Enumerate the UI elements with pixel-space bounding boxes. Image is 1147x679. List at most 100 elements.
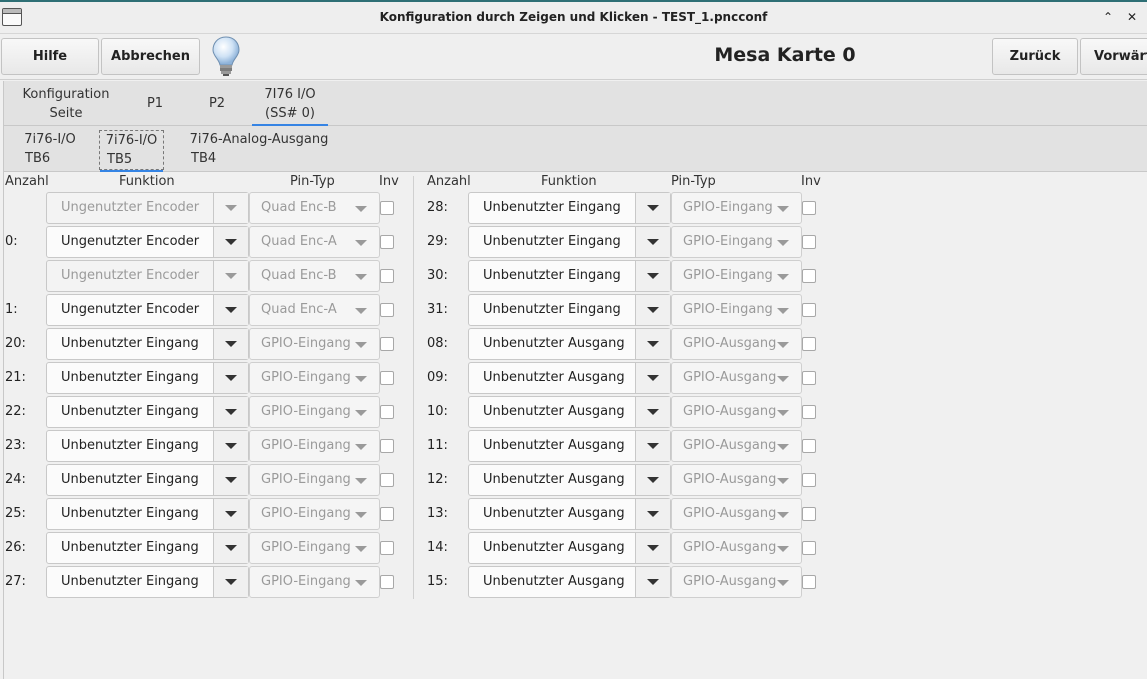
function-combobox[interactable]: Ungenutzter Encoder xyxy=(46,226,249,258)
dropdown-arrow-icon[interactable] xyxy=(213,567,248,597)
function-combobox[interactable]: Unbenutzter Eingang xyxy=(46,566,249,598)
dropdown-arrow-icon[interactable] xyxy=(213,465,248,495)
dropdown-arrow-icon[interactable] xyxy=(635,567,670,597)
page-title: Mesa Karte 0 xyxy=(714,44,856,66)
function-combobox[interactable]: Unbenutzter Eingang xyxy=(468,192,671,224)
dropdown-arrow-icon[interactable] xyxy=(635,295,670,325)
dropdown-arrow-icon[interactable] xyxy=(635,193,670,223)
dropdown-arrow-icon[interactable] xyxy=(635,431,670,461)
tab-configuration-page[interactable]: Konfiguration Seite xyxy=(16,85,116,123)
invert-checkbox[interactable] xyxy=(380,541,394,555)
function-combobox[interactable]: Unbenutzter Eingang xyxy=(46,430,249,462)
dropdown-arrow-icon[interactable] xyxy=(635,465,670,495)
dropdown-arrow-icon[interactable] xyxy=(213,193,248,223)
pin-number-label: 08: xyxy=(427,336,448,351)
cancel-button[interactable]: Abbrechen xyxy=(101,38,200,75)
tab-p2[interactable]: P2 xyxy=(202,94,232,113)
chevron-down-icon xyxy=(777,274,789,280)
invert-checkbox[interactable] xyxy=(380,201,394,215)
help-button[interactable]: Hilfe xyxy=(1,38,99,75)
invert-checkbox[interactable] xyxy=(380,337,394,351)
invert-checkbox[interactable] xyxy=(802,303,816,317)
tab-7i76-io[interactable]: 7I76 I/O (SS# 0) xyxy=(252,85,328,127)
dropdown-arrow-icon[interactable] xyxy=(635,329,670,359)
function-combobox[interactable]: Ungenutzter Encoder xyxy=(46,294,249,326)
invert-checkbox[interactable] xyxy=(802,337,816,351)
dropdown-arrow-icon[interactable] xyxy=(213,499,248,529)
invert-checkbox[interactable] xyxy=(802,473,816,487)
function-combobox[interactable]: Unbenutzter Ausgang xyxy=(468,498,671,530)
dropdown-arrow-icon[interactable] xyxy=(213,227,248,257)
function-combobox[interactable]: Unbenutzter Ausgang xyxy=(468,430,671,462)
function-combobox[interactable]: Unbenutzter Eingang xyxy=(468,260,671,292)
invert-checkbox[interactable] xyxy=(380,575,394,589)
dropdown-arrow-icon[interactable] xyxy=(635,363,670,393)
function-combobox[interactable]: Unbenutzter Eingang xyxy=(46,532,249,564)
invert-checkbox[interactable] xyxy=(802,541,816,555)
dropdown-arrow-icon[interactable] xyxy=(635,227,670,257)
column-divider xyxy=(413,176,414,599)
chevron-down-icon xyxy=(355,546,367,552)
dropdown-arrow-icon[interactable] xyxy=(635,533,670,563)
tab-tb4[interactable]: 7i76-Analog-Ausgang TB4 xyxy=(189,130,329,168)
invert-checkbox[interactable] xyxy=(380,473,394,487)
invert-checkbox[interactable] xyxy=(802,201,816,215)
invert-checkbox[interactable] xyxy=(380,371,394,385)
pintype-combobox: GPIO-Ausgang xyxy=(671,396,802,428)
function-combobox[interactable]: Unbenutzter Eingang xyxy=(46,498,249,530)
tab-tb5[interactable]: 7i76-I/O TB5 xyxy=(99,130,164,173)
invert-checkbox[interactable] xyxy=(802,235,816,249)
function-combobox[interactable]: Unbenutzter Eingang xyxy=(46,464,249,496)
function-combobox[interactable]: Unbenutzter Eingang xyxy=(46,328,249,360)
invert-checkbox[interactable] xyxy=(802,507,816,521)
dropdown-arrow-icon[interactable] xyxy=(213,533,248,563)
dropdown-arrow-icon[interactable] xyxy=(635,397,670,427)
invert-checkbox[interactable] xyxy=(380,507,394,521)
minimize-icon[interactable]: ⌃ xyxy=(1103,9,1113,25)
invert-checkbox[interactable] xyxy=(380,269,394,283)
invert-checkbox[interactable] xyxy=(802,405,816,419)
function-combobox[interactable]: Unbenutzter Ausgang xyxy=(468,328,671,360)
invert-checkbox[interactable] xyxy=(802,439,816,453)
function-combobox[interactable]: Unbenutzter Ausgang xyxy=(468,464,671,496)
function-combobox[interactable]: Unbenutzter Eingang xyxy=(46,396,249,428)
pin-number-label: 30: xyxy=(427,268,448,283)
dropdown-arrow-icon[interactable] xyxy=(213,261,248,291)
back-button[interactable]: Zurück xyxy=(992,38,1078,75)
dropdown-arrow-icon[interactable] xyxy=(213,431,248,461)
function-value: Unbenutzter Eingang xyxy=(61,574,199,589)
tab-label: 7I76 I/O xyxy=(264,87,316,102)
function-combobox[interactable]: Unbenutzter Ausgang xyxy=(468,566,671,598)
function-value: Unbenutzter Eingang xyxy=(61,472,199,487)
dropdown-arrow-icon[interactable] xyxy=(213,397,248,427)
function-combobox[interactable]: Unbenutzter Ausgang xyxy=(468,396,671,428)
forward-button[interactable]: Vorwärts xyxy=(1080,38,1147,75)
function-combobox[interactable]: Unbenutzter Ausgang xyxy=(468,532,671,564)
dropdown-arrow-icon[interactable] xyxy=(635,499,670,529)
invert-checkbox[interactable] xyxy=(802,575,816,589)
invert-checkbox[interactable] xyxy=(802,371,816,385)
chevron-down-icon xyxy=(355,308,367,314)
function-combobox[interactable]: Ungenutzter Encoder xyxy=(46,260,249,292)
function-combobox[interactable]: Unbenutzter Eingang xyxy=(468,294,671,326)
chevron-down-icon xyxy=(355,240,367,246)
dropdown-arrow-icon[interactable] xyxy=(213,363,248,393)
invert-checkbox[interactable] xyxy=(380,235,394,249)
dropdown-arrow-icon[interactable] xyxy=(213,295,248,325)
invert-checkbox[interactable] xyxy=(380,439,394,453)
invert-checkbox[interactable] xyxy=(380,405,394,419)
pintype-combobox: GPIO-Ausgang xyxy=(671,498,802,530)
function-combobox[interactable]: Unbenutzter Ausgang xyxy=(468,362,671,394)
pin-number-label: 20: xyxy=(5,336,26,351)
function-combobox[interactable]: Unbenutzter Eingang xyxy=(468,226,671,258)
close-icon[interactable]: ✕ xyxy=(1127,9,1137,25)
invert-checkbox[interactable] xyxy=(380,303,394,317)
invert-checkbox[interactable] xyxy=(802,269,816,283)
tab-p1[interactable]: P1 xyxy=(140,94,170,113)
function-combobox[interactable]: Unbenutzter Eingang xyxy=(46,362,249,394)
function-value: Unbenutzter Ausgang xyxy=(483,540,625,555)
dropdown-arrow-icon[interactable] xyxy=(213,329,248,359)
dropdown-arrow-icon[interactable] xyxy=(635,261,670,291)
function-combobox[interactable]: Ungenutzter Encoder xyxy=(46,192,249,224)
tab-tb6[interactable]: 7i76-I/O TB6 xyxy=(17,130,83,168)
